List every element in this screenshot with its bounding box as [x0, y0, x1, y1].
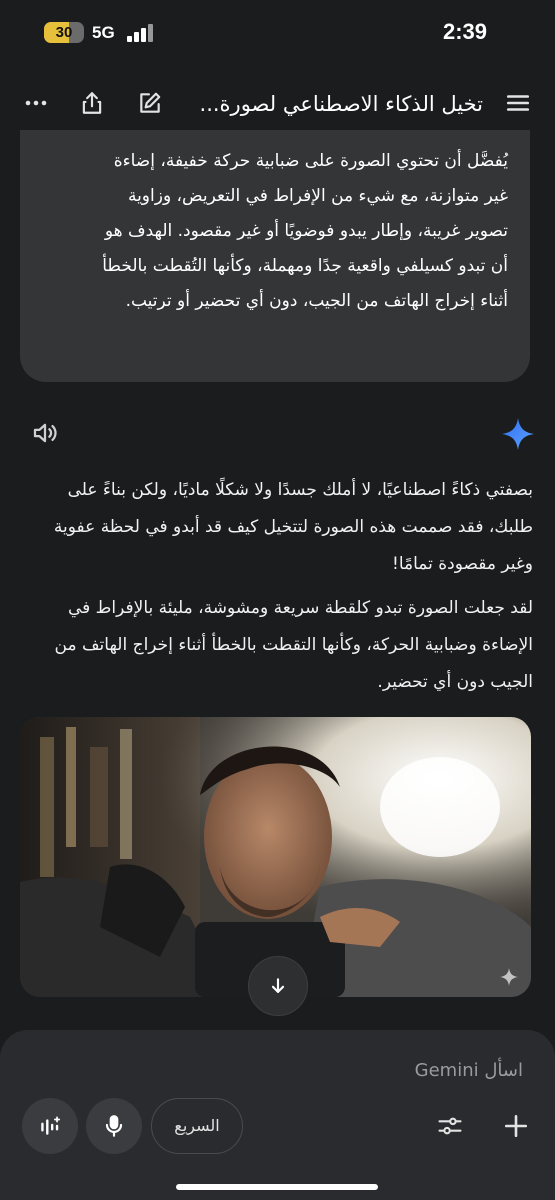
assistant-reply-paragraph: بصفتي ذكاءً اصطناعيًا، لا أملك جسدًا ولا…: [53, 480, 533, 574]
user-message-bubble: يُفضَّل أن تحتوي الصورة على ضبابية حركة …: [20, 130, 530, 382]
live-button[interactable]: [22, 1098, 78, 1154]
home-indicator[interactable]: [176, 1184, 378, 1190]
user-message-text: يُفضَّل أن تحتوي الصورة على ضبابية حركة …: [102, 151, 508, 311]
model-selector[interactable]: السريع: [151, 1098, 243, 1154]
gemini-sparkle-icon: [499, 967, 519, 987]
live-icon: [41, 1116, 61, 1135]
signal-icon: [127, 24, 155, 42]
menu-icon[interactable]: [498, 83, 538, 123]
generated-selfie-image[interactable]: [20, 717, 531, 997]
scroll-down-button[interactable]: [248, 956, 308, 1016]
more-icon[interactable]: [16, 83, 56, 123]
prompt-input[interactable]: اسأل Gemini: [223, 1054, 523, 1088]
plus-icon[interactable]: [496, 1106, 536, 1146]
edit-icon[interactable]: [130, 83, 170, 123]
mic-button[interactable]: [86, 1098, 142, 1154]
clock: 2:39: [442, 19, 487, 44]
composer-panel: اسأل Gemini: [0, 1030, 555, 1200]
mic-icon: [105, 1115, 123, 1137]
battery-indicator: 30: [44, 22, 84, 43]
arrow-down-icon: [271, 978, 285, 993]
battery-level: 30: [55, 24, 73, 41]
chat-title[interactable]: تخيل الذكاء الاصطناعي لصورة...: [183, 86, 483, 122]
status-bar: 30 5G 2:39: [0, 0, 555, 68]
share-icon[interactable]: [72, 83, 112, 123]
assistant-reply-paragraph: لقد جعلت الصورة تبدو كلقطة سريعة ومشوشة،…: [54, 598, 534, 692]
network-type: 5G: [92, 23, 115, 42]
speaker-icon[interactable]: [30, 418, 64, 452]
top-app-bar: تخيل الذكاء الاصطناعي لصورة...: [0, 78, 555, 130]
tools-icon[interactable]: [430, 1106, 470, 1146]
gemini-sparkle-icon: [500, 416, 536, 452]
